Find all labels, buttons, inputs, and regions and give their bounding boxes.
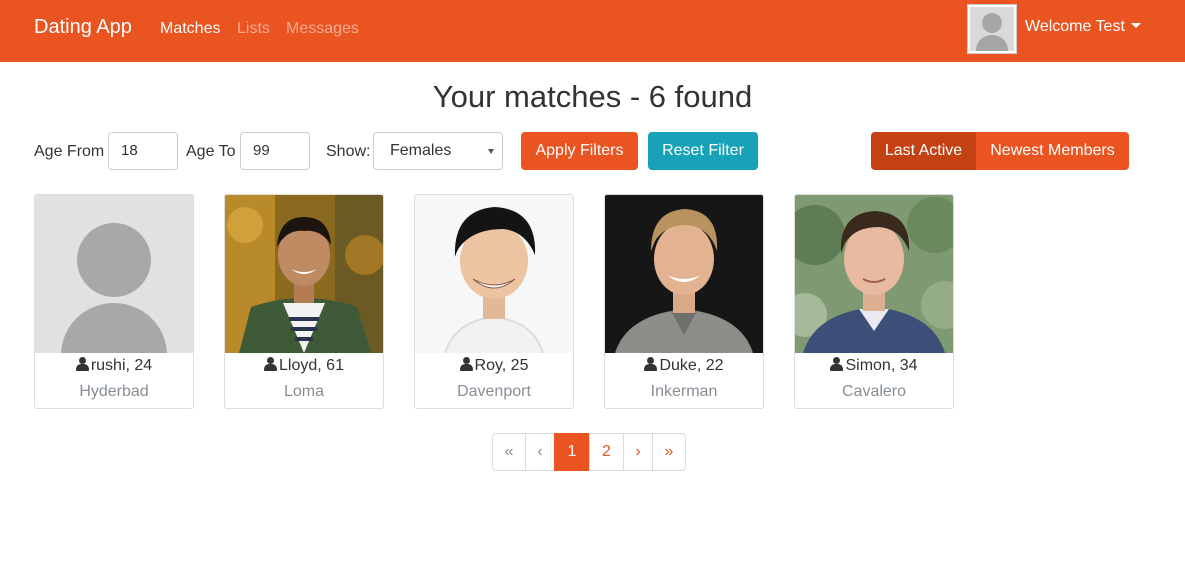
welcome-text: Welcome Test [1025, 18, 1125, 35]
member-photo [605, 195, 763, 353]
show-label: Show: [326, 143, 371, 160]
member-card[interactable]: Lloyd, 61 Loma [224, 194, 384, 409]
member-city: Loma [283, 383, 325, 400]
user-icon [264, 357, 278, 371]
user-icon [830, 357, 844, 371]
member-name: Roy, 25 [415, 357, 573, 375]
pagination-page-1[interactable]: 1 [554, 433, 590, 471]
select-arrow-icon [488, 149, 494, 154]
last-active-button[interactable]: Last Active [871, 132, 976, 170]
member-photo [795, 195, 953, 353]
pagination-next[interactable]: › [623, 433, 653, 471]
user-avatar[interactable] [967, 4, 1017, 54]
member-card[interactable]: Roy, 25 Davenport [414, 194, 574, 409]
age-from-label: Age From [34, 143, 105, 160]
member-name: rushi, 24 [35, 357, 193, 375]
gender-select[interactable]: Females [373, 132, 503, 170]
caret-down-icon [1130, 23, 1141, 28]
member-city: Davenport [457, 383, 531, 400]
pagination-last[interactable]: » [652, 433, 686, 471]
member-name: Simon, 34 [795, 357, 953, 375]
brand-link[interactable]: Dating App [34, 16, 132, 39]
pagination-first[interactable]: « [492, 433, 526, 471]
nav-link-matches[interactable]: Matches [160, 20, 220, 38]
sort-button-group: Last Active Newest Members [871, 132, 1129, 170]
pagination-prev[interactable]: ‹ [525, 433, 555, 471]
user-icon [644, 357, 658, 371]
member-name: Duke, 22 [605, 357, 763, 375]
nav-link-messages[interactable]: Messages [286, 20, 359, 38]
member-city: Hyderbad [79, 383, 149, 400]
member-name: Lloyd, 61 [225, 357, 383, 375]
member-city: Inkerman [650, 383, 718, 400]
member-card[interactable]: rushi, 24 Hyderbad [34, 194, 194, 409]
user-menu-toggle[interactable]: Welcome Test [1025, 18, 1141, 36]
reset-filter-button[interactable]: Reset Filter [648, 132, 758, 170]
gender-select-value: Females [390, 142, 452, 159]
user-icon [75, 357, 89, 371]
member-photo [415, 195, 573, 353]
nav-link-lists[interactable]: Lists [237, 20, 270, 38]
page-title: Your matches - 6 found [432, 79, 753, 114]
member-photo [35, 195, 193, 353]
member-card[interactable]: Duke, 22 Inkerman [604, 194, 764, 409]
age-from-input[interactable]: 18 [108, 132, 178, 170]
age-to-input[interactable]: 99 [240, 132, 310, 170]
age-to-label: Age To [186, 143, 236, 160]
user-icon [459, 357, 473, 371]
navbar: Dating App Matches Lists Messages Welcom… [0, 0, 1185, 62]
newest-members-button[interactable]: Newest Members [976, 132, 1129, 170]
member-photo [225, 195, 383, 353]
pagination-page-2[interactable]: 2 [589, 433, 624, 471]
member-city: Cavalero [841, 383, 907, 400]
member-card[interactable]: Simon, 34 Cavalero [794, 194, 954, 409]
apply-filters-button[interactable]: Apply Filters [521, 132, 638, 170]
